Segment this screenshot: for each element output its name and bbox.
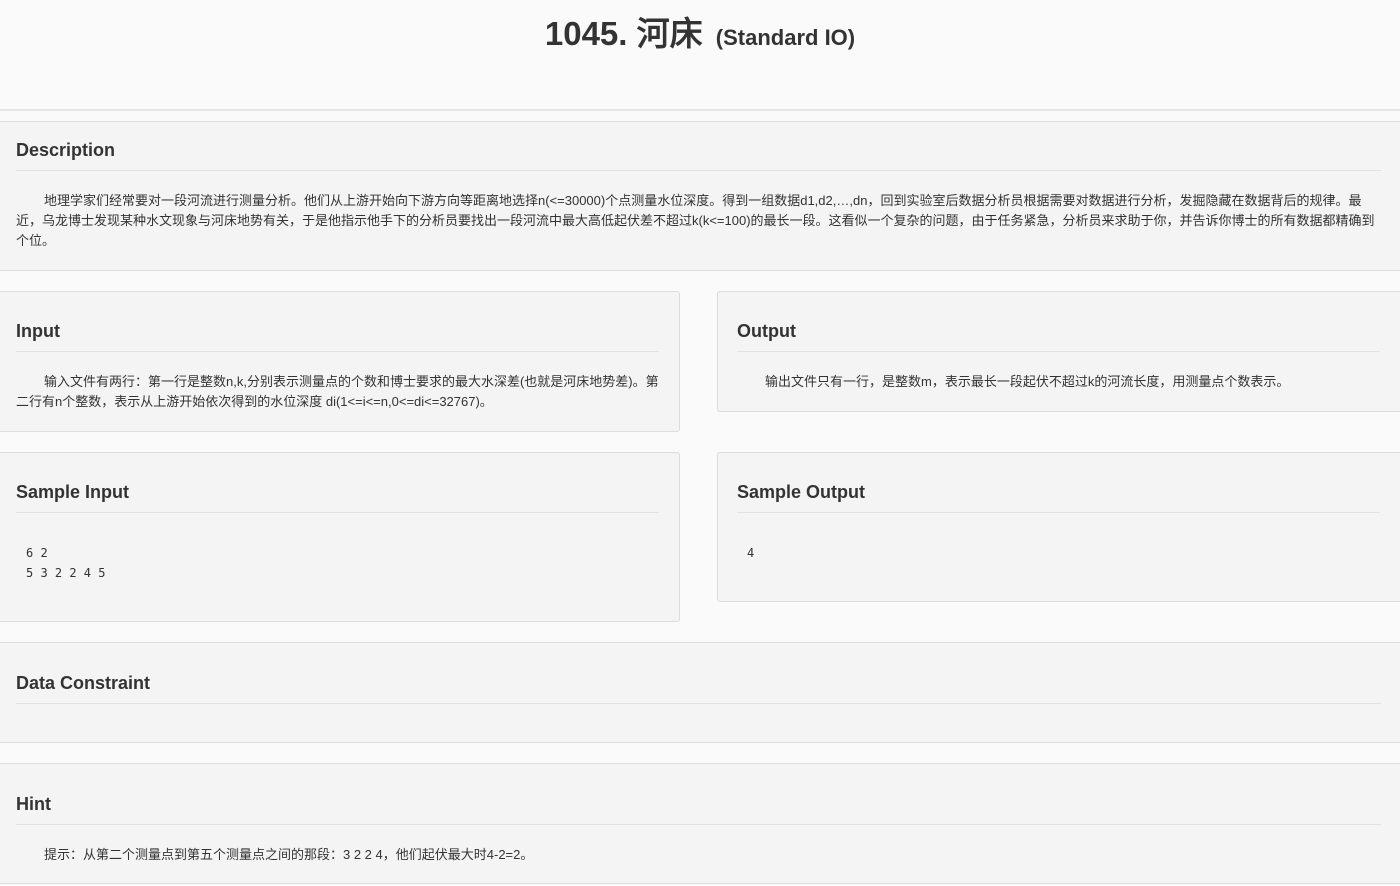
sample-output-body: 4 — [737, 543, 1380, 563]
input-divider — [16, 351, 659, 352]
output-body: 输出文件只有一行，是整数m，表示最长一段起伏不超过k的河流长度，用测量点个数表示… — [737, 372, 1380, 392]
sample-input-divider — [16, 512, 659, 513]
hint-body: 提示：从第二个测量点到第五个测量点之间的那段：3 2 2 4，他们起伏最大时4-… — [16, 845, 1381, 865]
io-type-label: (Standard IO) — [715, 25, 856, 50]
input-panel: Input 输入文件有两行：第一行是整数n,k,分别表示测量点的个数和博士要求的… — [0, 291, 680, 432]
sample-input-panel: Sample Input 6 2 5 3 2 2 4 5 — [0, 452, 680, 622]
description-divider — [16, 170, 1381, 171]
title-area: 1045. 河床 (Standard IO) — [0, 0, 1400, 111]
data-constraint-heading: Data Constraint — [16, 673, 151, 693]
sample-output-code: 4 — [747, 546, 755, 560]
sample-input-heading: Sample Input — [16, 482, 130, 502]
page-title: 1045. 河床 (Standard IO) — [0, 12, 1400, 60]
output-heading: Output — [737, 321, 796, 341]
sample-output-heading: Sample Output — [737, 482, 866, 502]
data-constraint-panel: Data Constraint — [0, 642, 1400, 743]
description-text: 地理学家们经常要对一段河流进行测量分析。他们从上游开始向下游方向等距离地选择n(… — [16, 193, 1375, 248]
description-body: 地理学家们经常要对一段河流进行测量分析。他们从上游开始向下游方向等距离地选择n(… — [16, 191, 1381, 251]
hint-text: 提示：从第二个测量点到第五个测量点之间的那段：3 2 2 4，他们起伏最大时4-… — [44, 847, 534, 862]
output-panel: Output 输出文件只有一行，是整数m，表示最长一段起伏不超过k的河流长度，用… — [717, 291, 1400, 412]
output-text: 输出文件只有一行，是整数m，表示最长一段起伏不超过k的河流长度，用测量点个数表示… — [765, 374, 1290, 389]
problem-number-title: 1045. 河床 — [544, 15, 703, 52]
title-divider — [0, 109, 1400, 111]
input-heading: Input — [16, 321, 60, 341]
sample-input-body: 6 2 5 3 2 2 4 5 — [16, 543, 659, 583]
hint-heading: Hint — [16, 794, 51, 814]
data-constraint-divider — [16, 703, 1381, 704]
sample-input-code: 6 2 5 3 2 2 4 5 — [26, 546, 106, 580]
description-heading: Description — [16, 140, 116, 160]
sample-output-panel: Sample Output 4 — [717, 452, 1400, 602]
sample-output-divider — [737, 512, 1380, 513]
input-text: 输入文件有两行：第一行是整数n,k,分别表示测量点的个数和博士要求的最大水深差(… — [16, 374, 659, 409]
output-divider — [737, 351, 1380, 352]
hint-panel: Hint 提示：从第二个测量点到第五个测量点之间的那段：3 2 2 4，他们起伏… — [0, 763, 1400, 884]
input-body: 输入文件有两行：第一行是整数n,k,分别表示测量点的个数和博士要求的最大水深差(… — [16, 372, 659, 412]
description-panel: Description 地理学家们经常要对一段河流进行测量分析。他们从上游开始向… — [0, 121, 1400, 271]
hint-divider — [16, 824, 1381, 825]
